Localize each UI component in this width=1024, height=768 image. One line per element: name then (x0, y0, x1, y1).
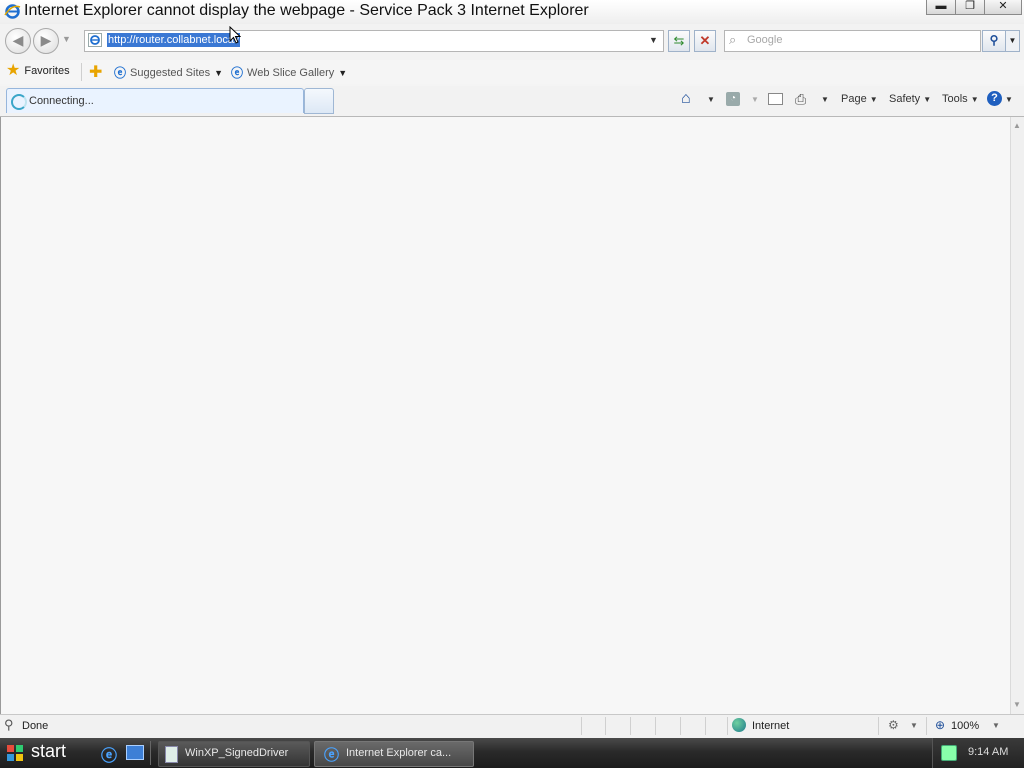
chevron-down-icon: ▼ (923, 95, 932, 104)
read-mail-icon[interactable] (768, 93, 783, 105)
quicklaunch-ie-icon[interactable]: ⓔ (101, 742, 117, 766)
status-divider (605, 717, 606, 735)
favorites-button[interactable]: ★ Favorites (6, 63, 70, 79)
document-icon (165, 746, 178, 763)
new-tab-button[interactable] (304, 88, 334, 114)
page-content-area[interactable] (0, 117, 1011, 714)
feeds-dropdown-icon[interactable]: ▼ (751, 95, 759, 104)
start-button[interactable]: start (0, 738, 88, 768)
suggested-sites-button[interactable]: ⓔ Suggested Sites ▼ (114, 64, 223, 81)
mouse-cursor-icon (229, 25, 242, 47)
start-label: start (31, 741, 67, 761)
home-dropdown-icon[interactable]: ▼ (707, 95, 715, 104)
taskbar (0, 738, 1024, 768)
status-page-icon: ⚲ (4, 717, 14, 732)
web-slice-gallery-label: Web Slice Gallery (247, 66, 335, 79)
search-input[interactable]: Google (747, 34, 782, 46)
status-divider (878, 717, 879, 735)
zoom-dropdown-icon[interactable]: ▼ (992, 721, 1000, 730)
stop-button[interactable]: ✕ (694, 30, 716, 52)
tab-connecting[interactable]: Connecting... (6, 88, 304, 113)
suggested-sites-label: Suggested Sites (130, 66, 211, 79)
status-divider (727, 717, 728, 735)
ie-page-icon: ⓔ (231, 66, 244, 80)
chevron-down-icon: ▼ (970, 95, 979, 104)
taskbar-divider (150, 741, 151, 765)
window-title: Internet Explorer cannot display the web… (24, 2, 589, 19)
print-dropdown-icon[interactable]: ▼ (821, 95, 829, 104)
page-menu-label: Page (841, 93, 867, 105)
taskbar-item-label: Internet Explorer ca... (346, 747, 452, 759)
minimize-button[interactable]: ▬ (926, 0, 956, 15)
refresh-icon: ⇆ (673, 33, 685, 48)
status-divider (705, 717, 706, 735)
scroll-down-arrow-icon[interactable]: ▼ (1013, 700, 1021, 709)
chevron-down-icon: ▼ (869, 95, 878, 104)
magnifier-icon: ⚲ (989, 33, 999, 47)
tools-menu-label: Tools (942, 93, 968, 105)
restore-button[interactable]: ❐ (955, 0, 985, 15)
back-button[interactable]: ◀ (5, 28, 31, 54)
ie-page-icon: ⓔ (114, 66, 127, 80)
address-bar[interactable]: http://router.collabnet.local/ ▼ (84, 30, 664, 52)
zoom-icon: ⊕ (935, 718, 946, 732)
system-tray: 9:14 AM (932, 738, 1024, 768)
page-menu[interactable]: Page ▼ (841, 93, 878, 105)
status-divider (581, 717, 582, 735)
scroll-up-arrow-icon[interactable]: ▲ (1013, 121, 1021, 130)
taskbar-item-winxp-signeddriver[interactable]: WinXP_SignedDriver (158, 741, 310, 767)
show-desktop-icon[interactable] (126, 745, 144, 760)
home-icon[interactable]: ⌂ (681, 90, 691, 108)
zoom-level[interactable]: 100% (951, 720, 979, 732)
network-icon[interactable] (941, 745, 957, 761)
loading-spinner-icon (11, 94, 27, 110)
status-divider (926, 717, 927, 735)
help-dropdown-icon[interactable]: ▼ (1005, 95, 1013, 104)
feeds-icon[interactable]: ◔ (726, 92, 740, 106)
recent-pages-dropdown-icon[interactable]: ▼ (62, 34, 71, 44)
status-bar (0, 714, 1024, 739)
status-divider (680, 717, 681, 735)
status-divider (655, 717, 656, 735)
chevron-down-icon[interactable]: ▼ (910, 721, 918, 730)
tools-menu[interactable]: Tools ▼ (942, 93, 979, 105)
windows-logo-icon (6, 744, 24, 762)
status-divider (630, 717, 631, 735)
safety-menu-label: Safety (889, 93, 921, 105)
ie-logo-icon (4, 3, 21, 20)
taskbar-item-label: WinXP_SignedDriver (185, 747, 289, 759)
chevron-down-icon: ▼ (338, 67, 348, 78)
search-icon: ⌕ (729, 32, 737, 47)
search-box[interactable]: ⌕ Google (724, 30, 981, 52)
refresh-button[interactable]: ⇆ (668, 30, 690, 52)
favorites-label: Favorites (24, 65, 70, 77)
clock: 9:14 AM (968, 746, 1009, 758)
vertical-scrollbar[interactable]: ▲ ▼ (1010, 117, 1024, 714)
web-slice-gallery-button[interactable]: ⓔ Web Slice Gallery ▼ (231, 64, 347, 81)
protected-mode-icon[interactable]: ⚙ (888, 718, 899, 732)
page-ie-icon (88, 33, 102, 47)
safety-menu[interactable]: Safety ▼ (889, 93, 931, 105)
print-icon[interactable]: ⎙ (795, 91, 806, 108)
forward-button[interactable]: ▶ (33, 28, 59, 54)
globe-icon (732, 718, 746, 732)
stop-icon: ✕ (699, 33, 711, 48)
help-icon[interactable]: ? (987, 91, 1002, 106)
chevron-down-icon: ▼ (214, 67, 224, 78)
security-zone-label: Internet (752, 720, 790, 732)
star-icon: ★ (6, 62, 21, 79)
address-dropdown-icon[interactable]: ▼ (649, 35, 658, 45)
add-to-favorites-bar-icon[interactable]: ✚ (89, 62, 102, 82)
favorites-divider (81, 63, 82, 81)
close-window-button[interactable]: ✕ (984, 0, 1022, 15)
tab-label: Connecting... (29, 95, 94, 107)
search-go-button[interactable]: ⚲ (982, 30, 1006, 52)
ie-logo-icon: ⓔ (324, 747, 340, 764)
address-url-text[interactable]: http://router.collabnet.local/ (107, 33, 241, 47)
taskbar-item-internet-explorer[interactable]: ⓔ Internet Explorer ca... (314, 741, 474, 767)
search-options-dropdown[interactable]: ▼ (1005, 30, 1020, 52)
status-text: Done (22, 720, 49, 732)
